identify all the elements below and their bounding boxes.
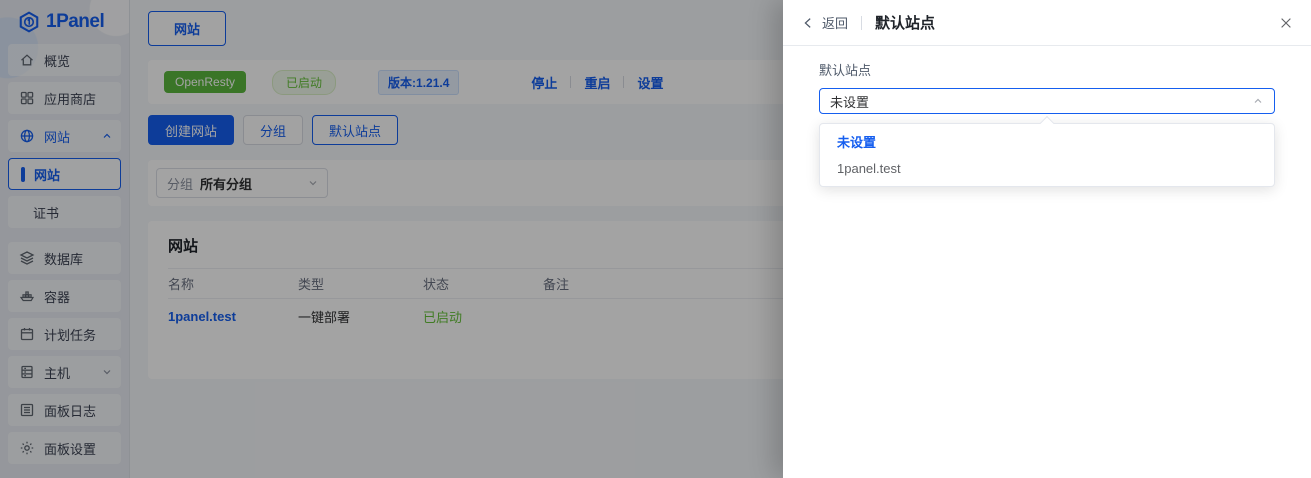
default-site-value: 未设置 [830,94,870,110]
default-site-dropdown: 未设置 1panel.test [819,115,1275,187]
dropdown-option-unset[interactable]: 未设置 [820,128,1274,155]
dropdown-option-1panel-test[interactable]: 1panel.test [820,155,1274,182]
default-site-drawer: 返回 默认站点 默认站点 未设置 未设置 1panel.test [783,0,1311,478]
back-label: 返回 [822,16,849,31]
drawer-title: 默认站点 [875,15,936,32]
arrow-left-icon [801,16,815,30]
chevron-up-icon [1252,95,1264,107]
back-button[interactable]: 返回 [801,13,848,32]
drawer-header: 返回 默认站点 [783,0,1311,46]
default-site-label: 默认站点 [819,63,872,78]
divider [861,15,863,30]
close-icon[interactable] [1279,16,1293,30]
drawer-body: 默认站点 未设置 未设置 1panel.test [783,46,1311,187]
default-site-select[interactable]: 未设置 [819,88,1275,114]
